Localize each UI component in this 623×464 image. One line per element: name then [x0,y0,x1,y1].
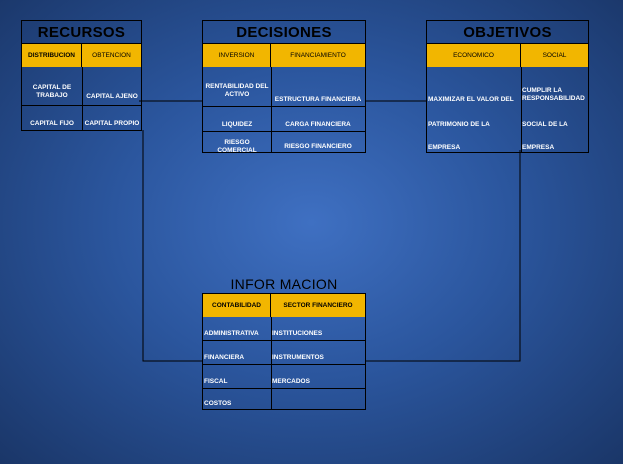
decisiones-header-inversion: INVERSION [203,44,271,67]
objetivos-cell: EMPRESA [428,144,461,151]
recursos-cell: CAPITAL DE TRABAJO [32,84,72,99]
recursos-cell: CAPITAL PROPIO [84,120,140,127]
objetivos-divider [521,67,522,152]
informacion-cell: FISCAL [204,378,228,385]
objetivos-table: ECONOMICO SOCIAL MAXIMIZAR EL VALOR DEL … [426,43,589,153]
informacion-cell: FINANCIERA [204,354,245,361]
connector-objetivos-informacion [365,150,521,362]
decisiones-cell: LIQUIDEZ [221,121,253,128]
objetivos-cell: MAXIMIZAR EL VALOR DEL [428,96,514,103]
objetivos-header-economico: ECONOMICO [427,44,521,67]
decisiones-table: INVERSION FINANCIAMIENTO RENTABILIDAD DE… [202,43,366,154]
informacion-header-sector-financiero: SECTOR FINANCIERO [271,294,365,317]
recursos-cell: CAPITAL AJENO [86,93,138,100]
decisiones-title: DECISIONES [202,20,366,44]
objetivos-cell: SOCIAL DE LA [522,121,568,128]
objetivos-cell: EMPRESA [522,144,555,151]
informacion-cell: INSTRUMENTOS [272,354,324,361]
decisiones-cell: RENTABILIDAD DEL ACTIVO [205,83,269,98]
informacion-cell: COSTOS [204,400,232,407]
connector-recursos-informacion [142,130,203,362]
recursos-table: DISTRIBUCION OBTENCION CAPITAL DE TRABAJ… [21,43,142,131]
decisiones-row-divider [203,106,365,107]
informacion-row-divider [203,340,365,341]
recursos-header-distribucion: DISTRIBUCION [22,44,82,67]
decisiones-row-divider [203,131,365,132]
informacion-row-divider [203,364,365,365]
decisiones-cell: RIESGO COMERCIAL [217,138,257,154]
informacion-table: CONTABILIDAD SECTOR FINANCIERO ADMINISTR… [202,293,366,410]
decisiones-cell: ESTRUCTURA FINANCIERA [274,96,362,103]
recursos-row-divider [22,105,141,106]
decisiones-cell: RIESGO FINANCIERO [284,142,352,150]
objetivos-title: OBJETIVOS [426,20,589,44]
informacion-header-contabilidad: CONTABILIDAD [203,294,271,317]
objetivos-cell: PATRIMONIO DE LA [428,121,490,128]
informacion-cell: MERCADOS [272,378,310,385]
informacion-title: INFOR MACION [230,276,338,292]
informacion-cell: INSTITUCIONES [272,330,323,337]
decisiones-cell: CARGA FINANCIERA [285,121,351,128]
informacion-cell: ADMINISTRATIVA [204,330,259,337]
recursos-cell: CAPITAL FIJO [30,120,74,127]
recursos-header-obtencion: OBTENCION [82,44,141,67]
objetivos-cell: CUMPLIR LA RESPONSABILIDAD [522,86,585,102]
informacion-row-divider [203,388,365,389]
decisiones-header-financiamiento: FINANCIAMIENTO [271,44,365,67]
objetivos-header-social: SOCIAL [521,44,588,67]
recursos-title: RECURSOS [21,20,142,44]
decisiones-divider [271,67,272,152]
